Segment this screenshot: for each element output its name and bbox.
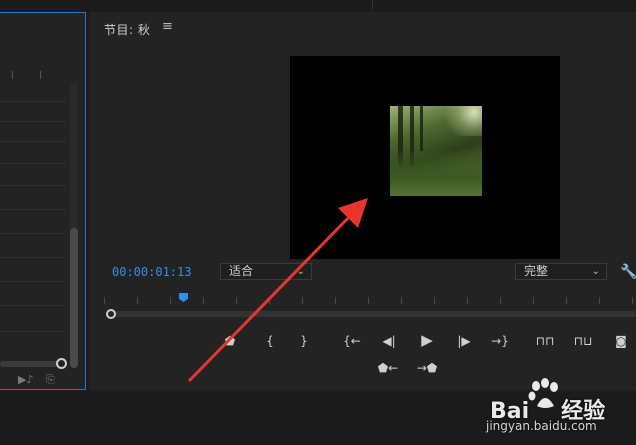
overwrite-icon[interactable]: →⬟ (416, 361, 438, 375)
wrench-icon[interactable]: 🔧 (620, 264, 636, 280)
track-row (0, 185, 66, 186)
program-monitor: 节目: 秋 ≡ 00:00:01:13 适合 ⌄ 完整 ⌄ 🔧 ⬟ {} {←… (90, 12, 636, 390)
ruler-tick (12, 71, 13, 79)
track-row (0, 101, 66, 102)
go-to-out-button[interactable]: →} (489, 334, 511, 348)
panel-divider (372, 0, 373, 10)
track-row (0, 141, 66, 142)
track-row (0, 257, 66, 258)
video-viewer[interactable] (290, 56, 560, 259)
extract-icon[interactable]: ⊓⊔ (572, 334, 594, 348)
track-row (0, 281, 66, 282)
track-row (0, 331, 66, 332)
video-frame-thumbnail (390, 106, 482, 196)
top-strip (0, 0, 636, 12)
step-back-button[interactable]: ◀| (378, 334, 400, 348)
playback-resolution-select[interactable]: 完整 ⌄ (515, 263, 607, 280)
left-panel[interactable]: ▶♪ ⎘ (0, 12, 86, 390)
scroll-handle[interactable] (56, 358, 67, 369)
marker-icon[interactable]: ⬟ (219, 334, 241, 348)
zoom-level-select[interactable]: 适合 ⌄ (220, 263, 312, 280)
hamburger-icon[interactable]: ≡ (162, 19, 173, 34)
camera-icon[interactable]: ◙ (610, 334, 632, 348)
insert-icon[interactable]: ⬟← (377, 361, 399, 375)
go-to-in-button[interactable]: {← (341, 334, 363, 348)
track-row (0, 121, 66, 122)
resolution-value: 完整 (524, 264, 549, 278)
step-forward-button[interactable]: |▶ (453, 334, 475, 348)
zoom-scrollbar[interactable] (108, 311, 636, 317)
track-row (0, 209, 66, 210)
lift-icon[interactable]: ⊓⊓ (534, 334, 556, 348)
playhead-timecode[interactable]: 00:00:01:13 (112, 265, 191, 279)
horizontal-scrollbar[interactable] (0, 361, 58, 367)
mark-out-button[interactable]: } (293, 334, 315, 348)
mark-in-button[interactable]: { (259, 334, 281, 348)
play-button[interactable]: ▶ (416, 333, 438, 348)
chevron-down-icon: ⌄ (296, 266, 305, 277)
panel-title[interactable]: 节目: 秋 (104, 21, 150, 38)
chevron-down-icon: ⌄ (591, 266, 600, 277)
vertical-scroll-thumb[interactable] (70, 228, 78, 368)
zoom-level-value: 适合 (229, 264, 254, 278)
ruler-tick (40, 71, 41, 79)
track-row (0, 163, 66, 164)
watermark-url: jingyan.baidu.com (486, 419, 597, 433)
track-row (0, 305, 66, 306)
insert-audio-icon[interactable]: ▶♪ (18, 373, 33, 386)
zoom-scroll-handle[interactable] (106, 309, 116, 319)
export-icon[interactable]: ⎘ (46, 373, 55, 387)
track-row (0, 233, 66, 234)
